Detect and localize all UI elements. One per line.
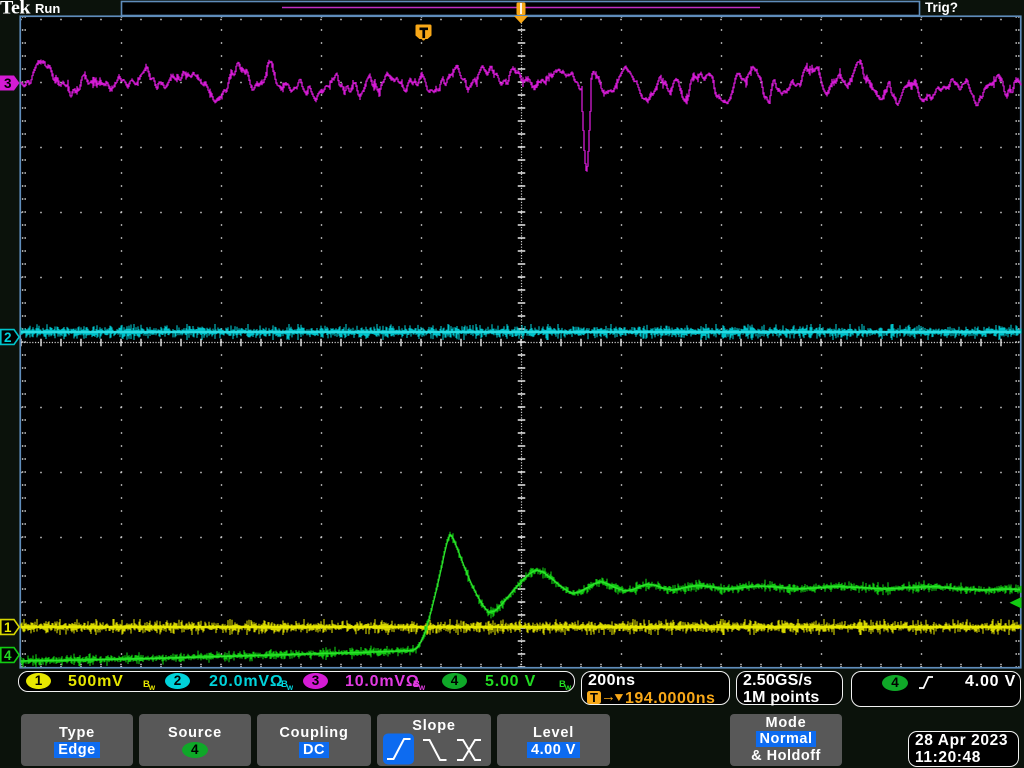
svg-text:3: 3: [4, 76, 12, 91]
svg-text:1: 1: [4, 620, 12, 635]
svg-text:4: 4: [4, 648, 12, 663]
svg-text:2: 2: [4, 330, 12, 345]
